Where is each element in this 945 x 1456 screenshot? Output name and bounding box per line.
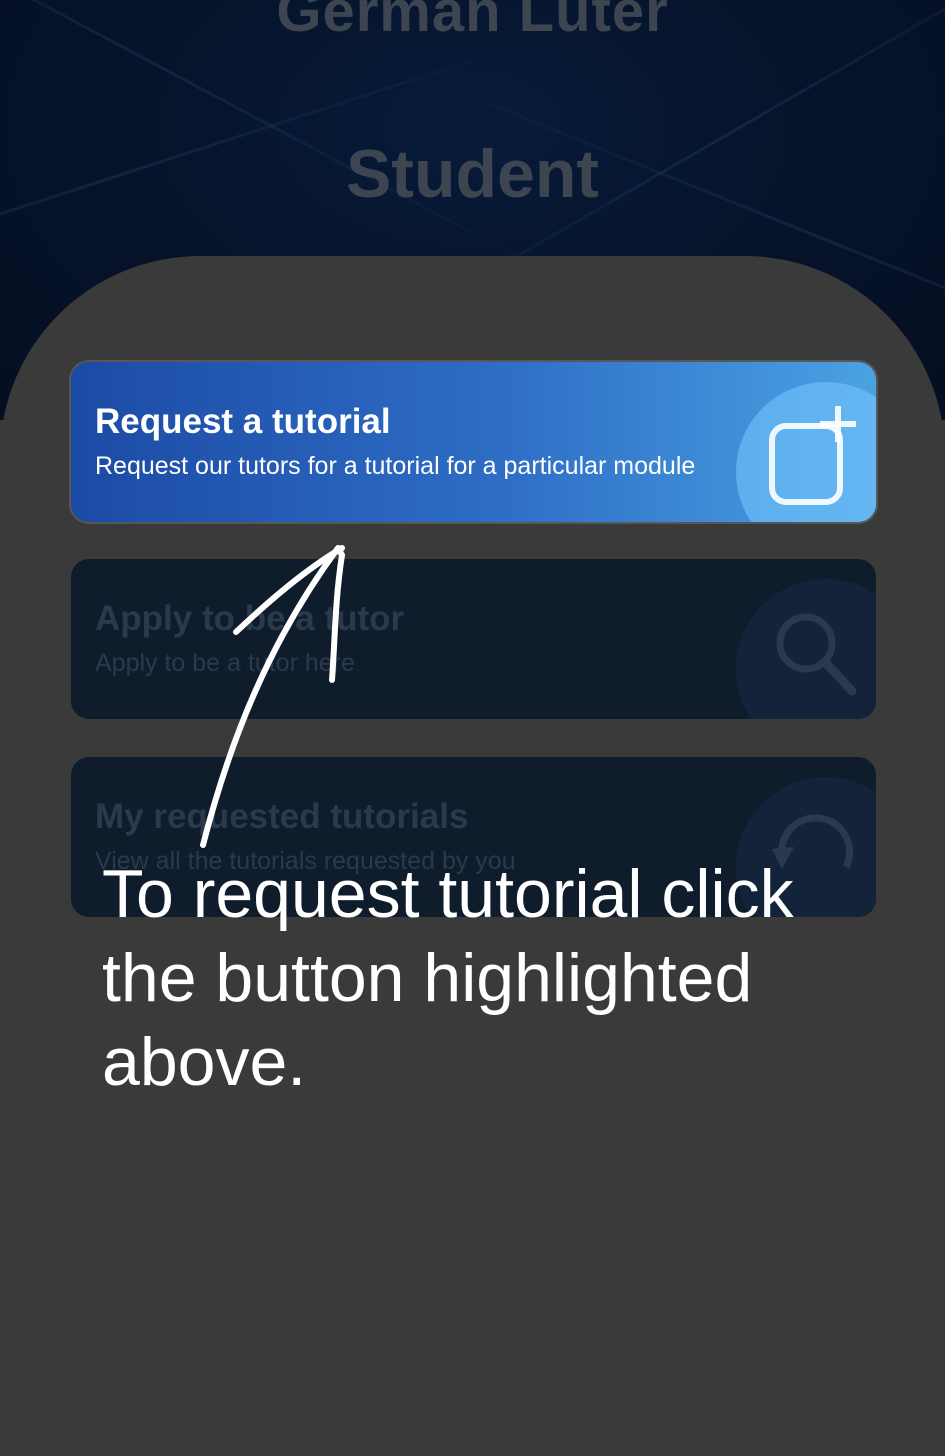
user-role-title: Student [345, 136, 600, 212]
card-title: Request a tutorial [95, 402, 391, 441]
request-tutorial-card[interactable]: Request a tutorial Request our tutors fo… [71, 362, 876, 522]
apply-tutor-card[interactable]: Apply to be a tutor Apply to be a tutor … [71, 559, 876, 719]
card-subtitle: Request our tutors for a tutorial for a … [95, 452, 696, 480]
app-name: German Luter [276, 0, 669, 44]
card-title: My requested tutorials [95, 797, 469, 836]
card-title: Apply to be a tutor [95, 599, 405, 638]
instruction-caption: To request tutorial click the button hig… [102, 856, 794, 1100]
add-square-icon [769, 406, 856, 505]
card-subtitle: Apply to be a tutor here [95, 649, 355, 677]
search-icon [776, 613, 857, 696]
